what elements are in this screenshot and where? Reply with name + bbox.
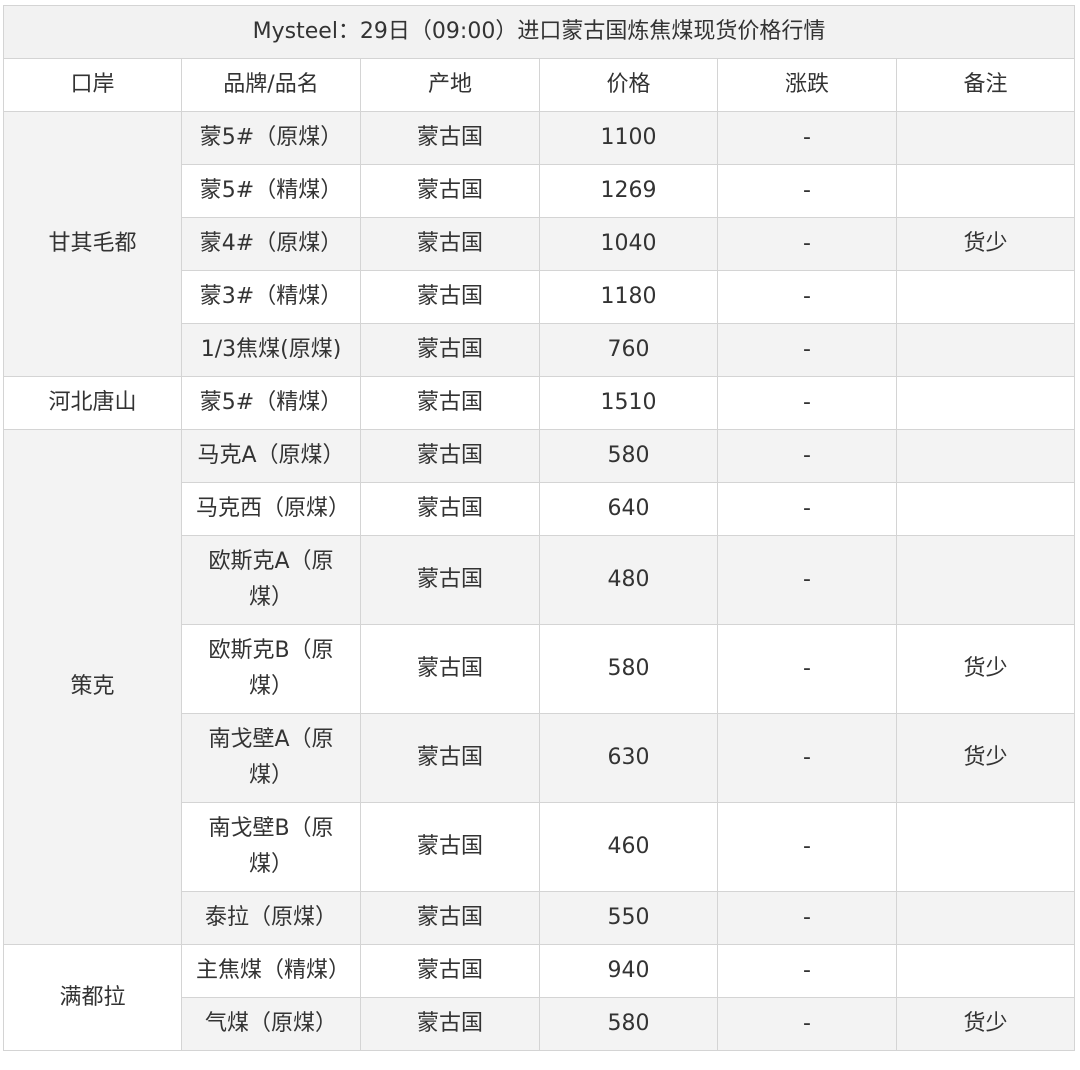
origin-cell: 蒙古国 <box>360 802 540 892</box>
price-cell: 550 <box>539 891 718 945</box>
change-cell: - <box>717 713 897 803</box>
change-cell: - <box>717 376 897 430</box>
price-cell: 480 <box>539 535 718 625</box>
price-cell: 1269 <box>539 164 718 218</box>
table-row: 策克 马克A（原煤） 蒙古国 580 - <box>3 429 1075 945</box>
note-cell <box>896 111 1075 165</box>
note-cell <box>896 891 1075 945</box>
brand-cell: 欧斯克B（原煤） <box>181 624 361 714</box>
brand-cell: 马克A（原煤） <box>181 429 361 483</box>
change-cell: - <box>717 217 897 271</box>
note-cell <box>896 482 1075 536</box>
change-cell: - <box>717 111 897 165</box>
brand-cell: 欧斯克A（原煤） <box>181 535 361 625</box>
note-cell: 货少 <box>896 997 1075 1051</box>
header-origin: 产地 <box>360 58 540 112</box>
price-table: Mysteel：29日（09:00）进口蒙古国炼焦煤现货价格行情 口岸 品牌/品… <box>3 5 1075 1051</box>
port-cell: 满都拉 <box>3 944 182 1051</box>
brand-cell: 1/3焦煤(原煤) <box>181 323 361 377</box>
note-cell <box>896 944 1075 998</box>
change-cell: - <box>717 429 897 483</box>
price-cell: 580 <box>539 624 718 714</box>
origin-cell: 蒙古国 <box>360 323 540 377</box>
brand-cell: 南戈壁B（原煤） <box>181 802 361 892</box>
price-cell: 1100 <box>539 111 718 165</box>
table-row: 甘其毛都 蒙5#（原煤） 蒙古国 1100 - <box>3 111 1075 377</box>
note-cell <box>896 376 1075 430</box>
price-cell: 580 <box>539 997 718 1051</box>
origin-cell: 蒙古国 <box>360 482 540 536</box>
change-cell: - <box>717 891 897 945</box>
price-cell: 580 <box>539 429 718 483</box>
price-cell: 1180 <box>539 270 718 324</box>
change-cell: - <box>717 164 897 218</box>
header-note: 备注 <box>896 58 1075 112</box>
price-cell: 760 <box>539 323 718 377</box>
note-cell <box>896 323 1075 377</box>
table-row: 河北唐山 蒙5#（精煤） 蒙古国 1510 - <box>3 376 1075 430</box>
origin-cell: 蒙古国 <box>360 944 540 998</box>
change-cell: - <box>717 323 897 377</box>
port-cell: 河北唐山 <box>3 376 182 430</box>
header-change: 涨跌 <box>717 58 897 112</box>
origin-cell: 蒙古国 <box>360 891 540 945</box>
header-price: 价格 <box>539 58 718 112</box>
note-cell <box>896 802 1075 892</box>
change-cell: - <box>717 802 897 892</box>
price-cell: 1510 <box>539 376 718 430</box>
brand-cell: 蒙4#（原煤） <box>181 217 361 271</box>
brand-cell: 蒙5#（原煤） <box>181 111 361 165</box>
origin-cell: 蒙古国 <box>360 624 540 714</box>
note-cell <box>896 270 1075 324</box>
port-cell: 甘其毛都 <box>3 111 182 377</box>
brand-cell: 南戈壁A（原煤） <box>181 713 361 803</box>
origin-cell: 蒙古国 <box>360 376 540 430</box>
brand-cell: 蒙5#（精煤） <box>181 376 361 430</box>
note-cell <box>896 429 1075 483</box>
note-cell: 货少 <box>896 713 1075 803</box>
price-cell: 1040 <box>539 217 718 271</box>
brand-cell: 气煤（原煤） <box>181 997 361 1051</box>
price-table-container: Mysteel：29日（09:00）进口蒙古国炼焦煤现货价格行情 口岸 品牌/品… <box>3 5 1075 1051</box>
brand-cell: 泰拉（原煤） <box>181 891 361 945</box>
origin-cell: 蒙古国 <box>360 535 540 625</box>
change-cell: - <box>717 997 897 1051</box>
table-title: Mysteel：29日（09:00）进口蒙古国炼焦煤现货价格行情 <box>3 5 1075 59</box>
price-cell: 630 <box>539 713 718 803</box>
port-cell: 策克 <box>3 429 182 945</box>
origin-cell: 蒙古国 <box>360 713 540 803</box>
origin-cell: 蒙古国 <box>360 111 540 165</box>
price-cell: 460 <box>539 802 718 892</box>
brand-cell: 马克西（原煤） <box>181 482 361 536</box>
change-cell: - <box>717 624 897 714</box>
brand-cell: 蒙5#（精煤） <box>181 164 361 218</box>
origin-cell: 蒙古国 <box>360 429 540 483</box>
note-cell <box>896 535 1075 625</box>
price-cell: 640 <box>539 482 718 536</box>
table-row: 满都拉 主焦煤（精煤） 蒙古国 940 - <box>3 944 1075 1051</box>
brand-cell: 蒙3#（精煤） <box>181 270 361 324</box>
change-cell: - <box>717 482 897 536</box>
change-cell: - <box>717 535 897 625</box>
title-row: Mysteel：29日（09:00）进口蒙古国炼焦煤现货价格行情 <box>3 5 1075 59</box>
change-cell: - <box>717 944 897 998</box>
origin-cell: 蒙古国 <box>360 270 540 324</box>
origin-cell: 蒙古国 <box>360 997 540 1051</box>
origin-cell: 蒙古国 <box>360 217 540 271</box>
price-cell: 940 <box>539 944 718 998</box>
header-brand: 品牌/品名 <box>181 58 361 112</box>
origin-cell: 蒙古国 <box>360 164 540 218</box>
brand-cell: 主焦煤（精煤） <box>181 944 361 998</box>
change-cell: - <box>717 270 897 324</box>
note-cell: 货少 <box>896 624 1075 714</box>
note-cell <box>896 164 1075 218</box>
note-cell: 货少 <box>896 217 1075 271</box>
header-row: 口岸 品牌/品名 产地 价格 涨跌 备注 <box>3 58 1075 112</box>
header-port: 口岸 <box>3 58 182 112</box>
